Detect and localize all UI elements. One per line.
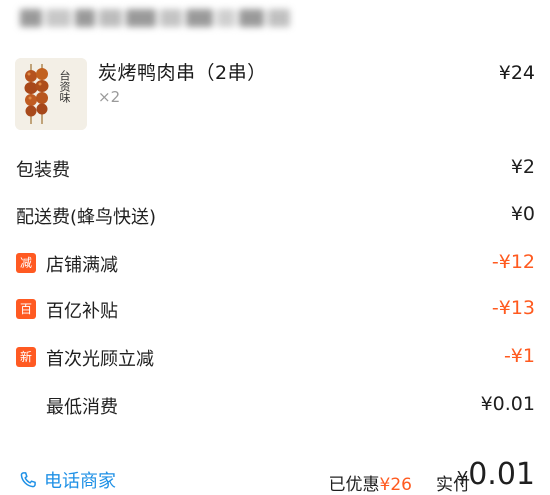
order-footer: 电话商家 已优惠¥26 实付 ¥0.01 bbox=[0, 455, 550, 495]
discount-amount: -¥13 bbox=[491, 297, 535, 319]
discount-label: 百亿补贴 bbox=[46, 301, 118, 322]
minimum-charge-row: 最低消费 ¥0.01 bbox=[0, 390, 550, 422]
packaging-fee-row: 包装费 ¥2 bbox=[0, 153, 550, 185]
saved-label: 已优惠 bbox=[328, 475, 380, 495]
paid-currency: ¥ bbox=[456, 468, 469, 489]
blurred-header bbox=[20, 4, 290, 32]
delivery-fee-row: 配送费(蜂鸟快送) ¥0 bbox=[0, 200, 550, 232]
saved-amount: ¥26 bbox=[379, 475, 412, 495]
product-image[interactable]: 台资味 bbox=[15, 58, 87, 130]
thumb-logo-text: 台资味 bbox=[58, 70, 71, 103]
discount-badge: 减 bbox=[16, 253, 36, 273]
duck-skewer-illustration bbox=[15, 58, 87, 130]
call-merchant-link[interactable]: 电话商家 bbox=[18, 467, 116, 493]
fee-amount: ¥2 bbox=[510, 156, 535, 178]
new-customer-discount-row: 新 首次光顾立减 -¥1 bbox=[0, 342, 550, 374]
subsidy-badge: 百 bbox=[16, 299, 36, 319]
minimum-amount: ¥0.01 bbox=[480, 393, 535, 415]
store-discount-row: 减 店铺满减 -¥12 bbox=[0, 248, 550, 280]
phone-icon bbox=[20, 472, 36, 488]
product-quantity: ×2 bbox=[98, 88, 121, 106]
subsidy-discount-row: 百 百亿补贴 -¥13 bbox=[0, 294, 550, 326]
product-price: ¥24 bbox=[498, 62, 535, 84]
fee-label: 包装费 bbox=[16, 160, 70, 181]
call-merchant-label: 电话商家 bbox=[44, 471, 116, 492]
product-name: 炭烤鸭肉串（2串） bbox=[98, 62, 267, 84]
paid-total: ¥0.01 bbox=[457, 457, 535, 492]
paid-amount: 0.01 bbox=[468, 457, 535, 492]
fee-label: 配送费(蜂鸟快送) bbox=[16, 207, 157, 228]
discount-amount: -¥1 bbox=[503, 345, 535, 367]
new-customer-badge: 新 bbox=[16, 347, 36, 367]
saved-summary: 已优惠¥26 bbox=[329, 470, 412, 495]
discount-amount: -¥12 bbox=[491, 251, 535, 273]
discount-label: 首次光顾立减 bbox=[46, 349, 154, 370]
minimum-label: 最低消费 bbox=[46, 397, 118, 418]
discount-label: 店铺满减 bbox=[46, 255, 118, 276]
fee-amount: ¥0 bbox=[510, 203, 535, 225]
